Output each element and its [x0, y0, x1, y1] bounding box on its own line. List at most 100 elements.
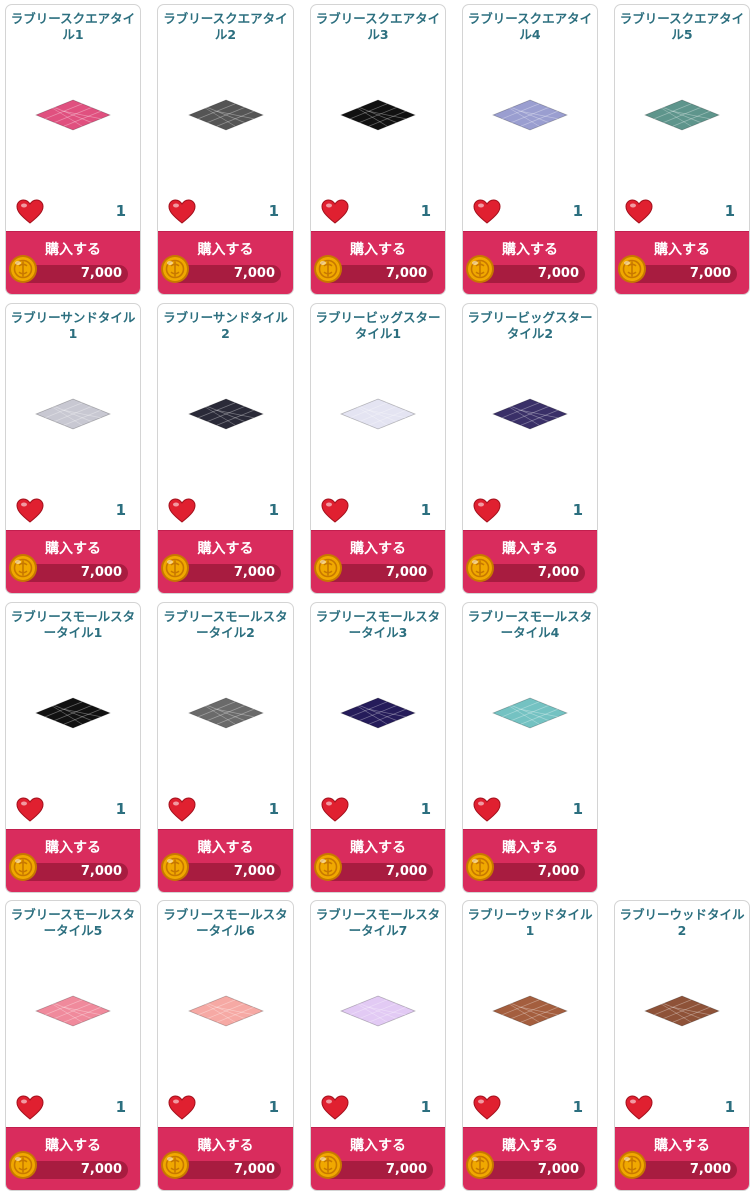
- buy-button[interactable]: 購入する 7,000: [6, 530, 140, 593]
- heart-icon[interactable]: [16, 498, 44, 524]
- heart-icon[interactable]: [625, 1095, 653, 1121]
- item-card[interactable]: ラブリースクエアタイル4 1 購入する 7,000: [462, 4, 598, 295]
- navy-small-star-tile-icon: [340, 697, 416, 729]
- item-card[interactable]: ラブリースクエアタイル1 1 購入する 7,000: [5, 4, 141, 295]
- buy-button[interactable]: 購入する 7,000: [311, 530, 445, 593]
- item-card[interactable]: ラブリーウッドタイル2 1 購入する 7,000: [614, 900, 750, 1191]
- price-value: 7,000: [233, 565, 275, 580]
- price-value: 7,000: [385, 266, 427, 281]
- item-title: ラブリーウッドタイル2: [619, 907, 745, 938]
- pink-small-star-tile-icon: [35, 995, 111, 1027]
- item-image: [311, 382, 445, 446]
- item-card[interactable]: ラブリースクエアタイル3 1 購入する 7,000: [310, 4, 446, 295]
- heart-icon[interactable]: [473, 498, 501, 524]
- like-count: 1: [724, 1098, 735, 1116]
- like-row: 1: [321, 1095, 431, 1121]
- like-row: 1: [321, 498, 431, 524]
- item-card[interactable]: ラブリースモールスタータイル7 1 購入する 7,000: [310, 900, 446, 1191]
- item-card[interactable]: ラブリーウッドタイル1 1 購入する 7,000: [462, 900, 598, 1191]
- price-value: 7,000: [233, 1162, 275, 1177]
- coin-icon: [314, 554, 342, 582]
- purple-big-star-tile-icon: [492, 398, 568, 430]
- buy-button[interactable]: 購入する 7,000: [158, 1127, 293, 1190]
- item-card[interactable]: ラブリービッグスタータイル2 1 購入する 7,000: [462, 303, 598, 594]
- buy-button[interactable]: 購入する 7,000: [6, 1127, 140, 1190]
- heart-icon[interactable]: [16, 1095, 44, 1121]
- coin-icon: [9, 1151, 37, 1179]
- heart-icon[interactable]: [473, 1095, 501, 1121]
- teal-square-tile-icon: [644, 99, 720, 131]
- heart-icon[interactable]: [321, 1095, 349, 1121]
- item-card[interactable]: ラブリービッグスタータイル1 1 購入する 7,000: [310, 303, 446, 594]
- heart-icon[interactable]: [16, 797, 44, 823]
- item-card[interactable]: ラブリースモールスタータイル6 1 購入する 7,000: [157, 900, 294, 1191]
- item-card[interactable]: ラブリースモールスタータイル3 1 購入する 7,000: [310, 602, 446, 893]
- buy-button[interactable]: 購入する 7,000: [463, 829, 597, 892]
- like-count: 1: [572, 800, 583, 818]
- heart-icon[interactable]: [168, 1095, 196, 1121]
- item-card[interactable]: ラブリースクエアタイル5 1 購入する 7,000: [614, 4, 750, 295]
- item-card[interactable]: ラブリースモールスタータイル4 1 購入する 7,000: [462, 602, 598, 893]
- price-value: 7,000: [537, 266, 579, 281]
- buy-button[interactable]: 購入する 7,000: [463, 1127, 597, 1190]
- item-card[interactable]: ラブリースクエアタイル2 1 購入する 7,000: [157, 4, 294, 295]
- white-big-star-tile-icon: [340, 398, 416, 430]
- like-row: 1: [16, 199, 126, 225]
- item-title: ラブリースクエアタイル3: [315, 11, 441, 42]
- like-row: 1: [473, 498, 583, 524]
- buy-button[interactable]: 購入する 7,000: [463, 530, 597, 593]
- coin-icon: [9, 255, 37, 283]
- item-title: ラブリースモールスタータイル3: [315, 609, 441, 640]
- heart-icon[interactable]: [321, 797, 349, 823]
- item-card[interactable]: ラブリースモールスタータイル1 1 購入する 7,000: [5, 602, 141, 893]
- price-value: 7,000: [689, 1162, 731, 1177]
- buy-button[interactable]: 購入する 7,000: [615, 231, 749, 294]
- like-count: 1: [572, 202, 583, 220]
- buy-button[interactable]: 購入する 7,000: [6, 829, 140, 892]
- item-title: ラブリービッグスタータイル1: [315, 310, 441, 341]
- buy-button[interactable]: 購入する 7,000: [158, 231, 293, 294]
- like-row: 1: [16, 1095, 126, 1121]
- like-count: 1: [420, 501, 431, 519]
- item-image: [158, 382, 293, 446]
- heart-icon[interactable]: [16, 199, 44, 225]
- heart-icon[interactable]: [473, 199, 501, 225]
- black-square-tile-icon: [340, 99, 416, 131]
- gray-small-star-tile-icon: [187, 697, 264, 729]
- item-card[interactable]: ラブリースモールスタータイル5 1 購入する 7,000: [5, 900, 141, 1191]
- buy-button[interactable]: 購入する 7,000: [463, 231, 597, 294]
- item-title: ラブリースクエアタイル4: [467, 11, 593, 42]
- lavender-square-tile-icon: [492, 99, 568, 131]
- gray-square-tile-icon: [187, 99, 264, 131]
- buy-button[interactable]: 購入する 7,000: [615, 1127, 749, 1190]
- heart-icon[interactable]: [168, 498, 196, 524]
- item-image: [463, 382, 597, 446]
- item-title: ラブリースクエアタイル5: [619, 11, 745, 42]
- heart-icon[interactable]: [625, 199, 653, 225]
- coin-icon: [9, 853, 37, 881]
- item-image: [311, 681, 445, 745]
- item-image: [311, 979, 445, 1043]
- item-card[interactable]: ラブリーサンドタイル1 1 購入する 7,000: [5, 303, 141, 594]
- coin-icon: [161, 554, 189, 582]
- like-row: 1: [321, 797, 431, 823]
- item-card[interactable]: ラブリースモールスタータイル2 1 購入する 7,000: [157, 602, 294, 893]
- item-image: [158, 83, 293, 147]
- buy-button[interactable]: 購入する 7,000: [6, 231, 140, 294]
- buy-button[interactable]: 購入する 7,000: [158, 829, 293, 892]
- buy-button[interactable]: 購入する 7,000: [158, 530, 293, 593]
- like-count: 1: [572, 501, 583, 519]
- heart-icon[interactable]: [321, 199, 349, 225]
- pink-square-tile-icon: [35, 99, 111, 131]
- heart-icon[interactable]: [168, 797, 196, 823]
- like-row: 1: [473, 1095, 583, 1121]
- heart-icon[interactable]: [168, 199, 196, 225]
- item-card[interactable]: ラブリーサンドタイル2 1 購入する 7,000: [157, 303, 294, 594]
- buy-button[interactable]: 購入する 7,000: [311, 231, 445, 294]
- heart-icon[interactable]: [321, 498, 349, 524]
- buy-button[interactable]: 購入する 7,000: [311, 829, 445, 892]
- heart-icon[interactable]: [473, 797, 501, 823]
- buy-button[interactable]: 購入する 7,000: [311, 1127, 445, 1190]
- price-value: 7,000: [80, 1162, 122, 1177]
- like-count: 1: [268, 501, 279, 519]
